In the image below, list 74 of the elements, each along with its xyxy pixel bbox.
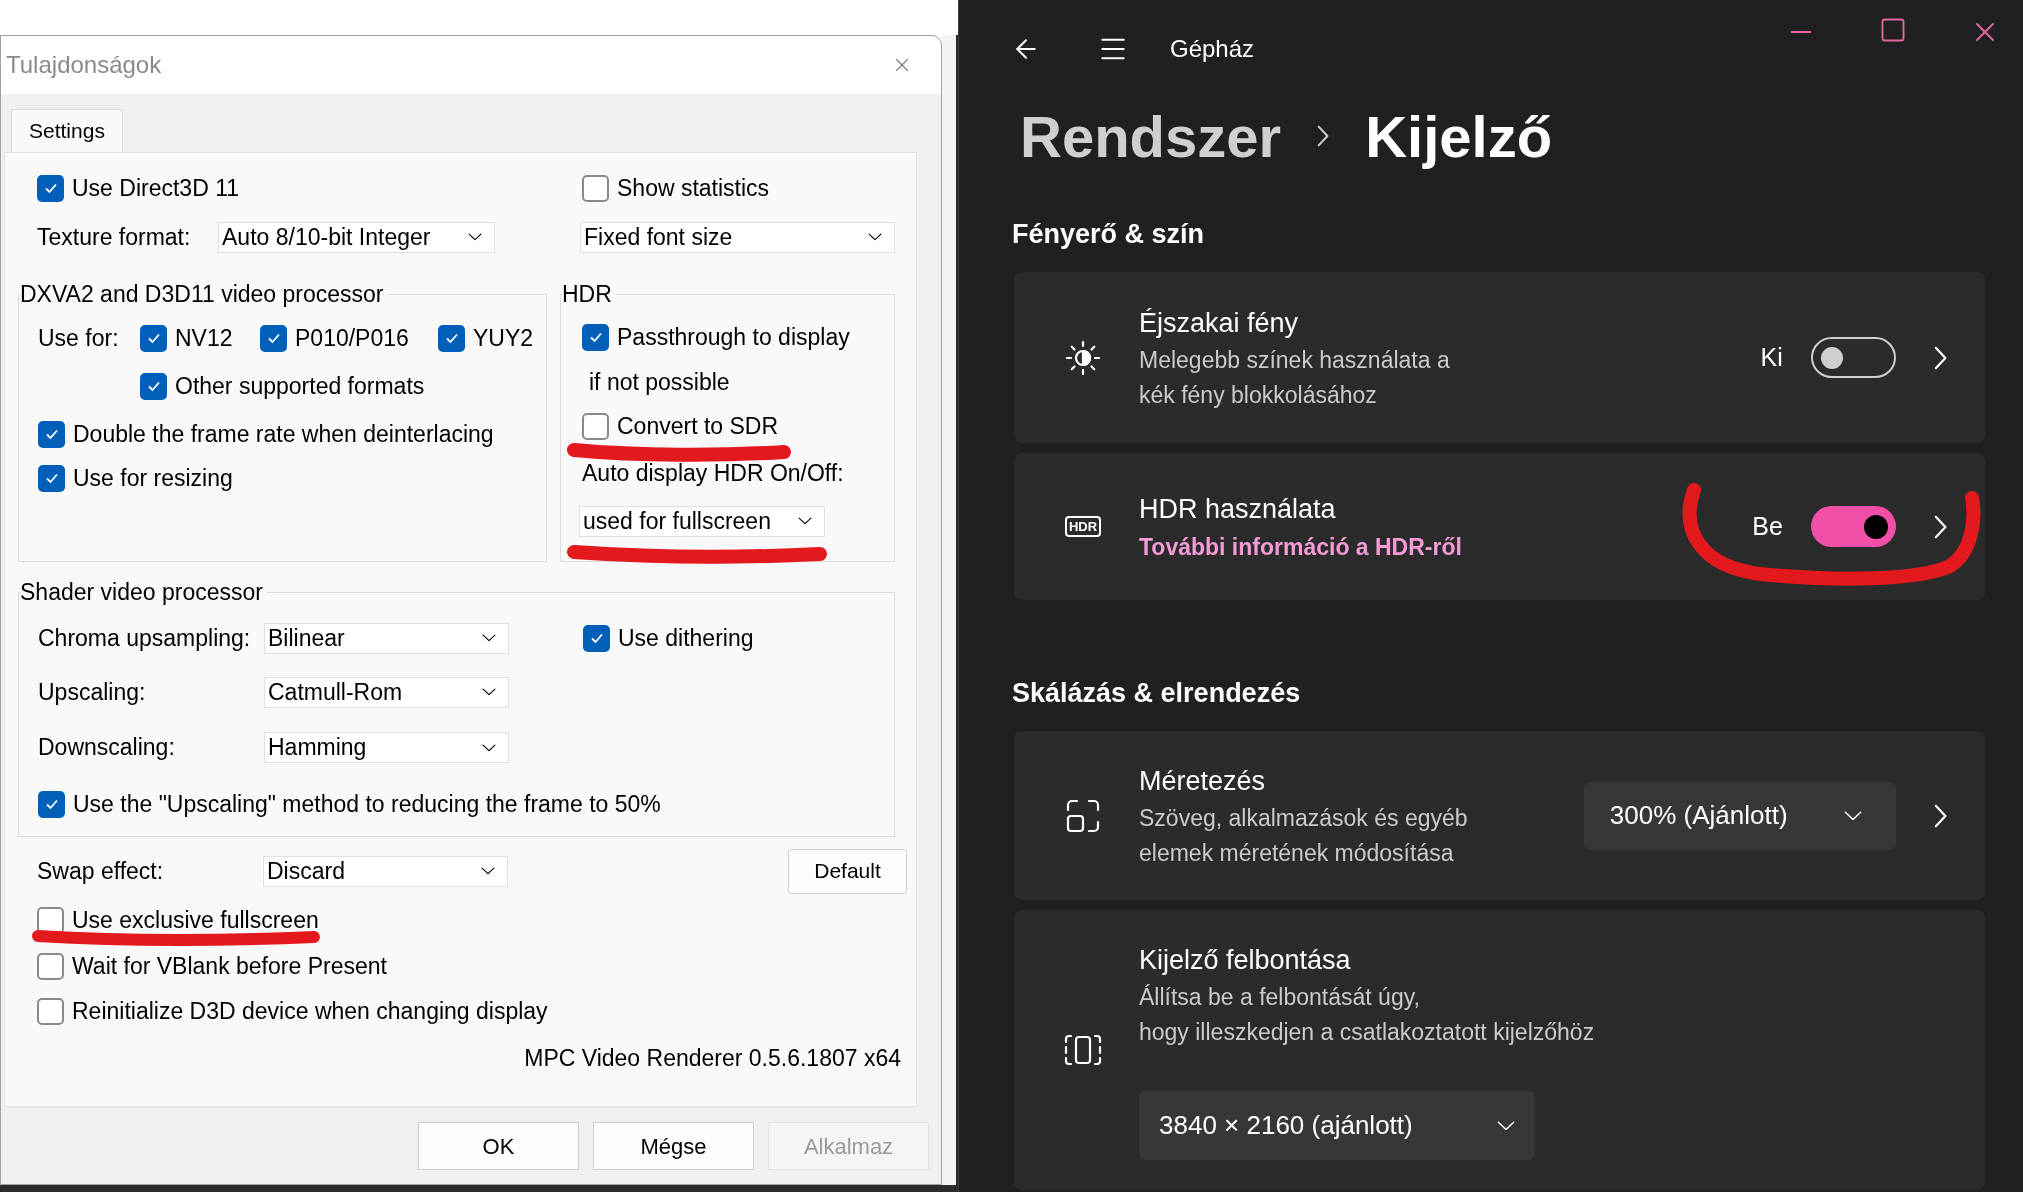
section-heading: Fényerő & szín [1012,217,1206,251]
field-label: Upscaling: [38,677,147,707]
resolution-dropdown[interactable]: 3840 × 2160 (ajánlott) [1139,1091,1535,1160]
dropdown[interactable]: Catmull-Rom [264,676,509,708]
scale-dropdown[interactable]: 300% (Ajánlott) [1583,781,1896,850]
field-label: Texture format: [37,222,192,252]
chevron-down-icon [1497,1120,1515,1131]
dropdown[interactable]: Bilinear [264,622,509,654]
toggle-state: Ki [1760,341,1783,373]
chevron-down-icon [1843,810,1862,821]
more-info-link[interactable]: További információ a HDR-ről [1139,528,1462,565]
dialog-button[interactable]: Mégse [593,1122,754,1170]
checkbox[interactable]: Use for resizing [38,460,233,496]
dropdown[interactable]: used for fullscreen [579,505,825,537]
field-label: Auto display HDR On/Off: [582,458,844,488]
hdr-icon: HDR [1064,516,1102,537]
checkbox[interactable]: P010/P016 [260,320,438,356]
version-text: MPC Video Renderer 0.5.6.1807 x64 [524,1043,901,1073]
setting-description: Szöveg, alkalmazások és egyéb elemek méretének módosítása [1139,803,1468,868]
checkbox[interactable]: Reinitialize D3D device when changing display [37,993,548,1029]
breadcrumb-item[interactable]: Rendszer [1020,92,1282,180]
setting-title: Éjszakai fény [1139,306,1300,340]
checkbox[interactable]: Other supported formats [140,368,425,404]
default-button[interactable]: Default [788,848,907,894]
dropdown[interactable]: Fixed font size [580,221,895,253]
setting-description: Melegebb színek használata a kék fény blokkolásához [1139,345,1450,410]
chevron-right-icon[interactable] [1933,803,1947,828]
checkbox[interactable]: Passthrough to display [582,319,850,355]
checkbox[interactable]: Use the "Upscaling" method to reducing the frame to 50% [38,786,661,822]
checkbox[interactable]: Double the frame rate when deinterlacing [38,416,494,452]
field-label: Use for: [38,323,120,353]
setting-title: Kijelző felbontása [1139,944,1352,977]
dropdown[interactable]: Hamming [264,732,509,763]
resolution-icon [1063,1032,1103,1068]
checkbox[interactable]: Use dithering [583,620,754,656]
chevron-right-icon[interactable] [1933,514,1947,539]
chevron-down-icon [868,233,882,241]
checkbox[interactable]: NV12 [140,320,260,356]
section-heading: Skálázás & elrendezés [1012,676,1302,710]
checkbox[interactable]: Use exclusive fullscreen [37,902,319,938]
chevron-down-icon [798,517,812,525]
chevron-down-icon [482,688,496,696]
maximize-icon[interactable] [1879,16,1907,44]
field-label: Downscaling: [38,733,176,763]
field-label: Chroma upsampling: [38,623,252,653]
night-light-icon [1064,338,1102,377]
toggle-state: Be [1752,510,1783,542]
chevron-down-icon [482,634,496,642]
chevron-down-icon [481,867,495,875]
breadcrumb-item: Kijelző [1365,102,1553,171]
checkbox[interactable]: Wait for VBlank before Present [37,948,387,984]
chevron-down-icon [482,743,496,752]
checkbox[interactable]: Show statistics [582,170,770,206]
dropdown[interactable]: Discard [263,855,508,887]
checkbox[interactable]: YUY2 [438,320,534,356]
chevron-right-icon[interactable] [1933,345,1947,370]
app-title: Gépház [1170,34,1255,64]
window-title: Tulajdonságok [6,50,162,80]
checkbox[interactable]: Convert to SDR [582,408,779,444]
group-title: DXVA2 and D3D11 video processor [20,281,388,307]
setting-description: Állítsa be a felbontását úgy, hogy illeszkedjen a csatlakoztatott kijelzőhöz [1139,983,1595,1047]
setting-title: HDR használata [1139,492,1337,526]
group-title: Shader video processor [20,579,267,605]
dropdown[interactable]: Auto 8/10-bit Integer [218,221,495,253]
dialog-button[interactable]: OK [418,1122,579,1170]
toggle-switch[interactable] [1810,337,1896,378]
breadcrumb-separator-icon[interactable] [1317,125,1330,147]
toggle-switch[interactable] [1810,506,1896,547]
setting-title: Méretezés [1139,764,1267,798]
hint-text: if not possible [589,367,730,397]
field-label: Swap effect: [37,856,165,886]
checkbox[interactable]: Use Direct3D 11 [37,170,582,206]
chevron-down-icon [468,233,482,241]
tab[interactable]: Settings [11,109,123,152]
